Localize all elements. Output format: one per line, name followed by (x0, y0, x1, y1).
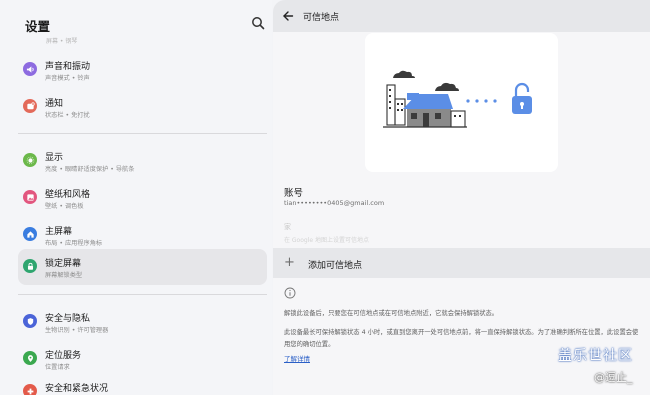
add-trusted-place-button[interactable]: + 添加可信地点 (273, 248, 650, 278)
sidebar-item-sub: 状态栏 • 免打扰 (45, 112, 90, 119)
sidebar-item-display[interactable]: 显示 亮度 • 眼睛舒适度保护 • 导航条 (18, 143, 267, 179)
emergency-icon (23, 384, 37, 395)
scrolled-item-sub: 屏幕 • 钢琴 (46, 38, 78, 45)
sidebar-item-wallpaper[interactable]: 壁纸和风格 壁纸 • 调色板 (18, 180, 267, 216)
sidebar-item-location[interactable]: 定位服务 位置请求 (18, 341, 267, 377)
search-icon[interactable] (251, 16, 265, 30)
sidebar-item-sub: 壁纸 • 调色板 (45, 203, 84, 210)
sidebar-item-label: 通知 (45, 99, 64, 109)
sidebar-item-notifications[interactable]: 通知 状态栏 • 免打扰 (18, 89, 267, 125)
wallpaper-icon (23, 190, 37, 204)
sidebar-item-label: 锁定屏幕 (45, 259, 82, 269)
plus-icon: + (284, 255, 295, 270)
account-email: tian••••••••0405@gmail.com (284, 199, 385, 207)
trusted-place-illustration (365, 33, 558, 172)
divider (18, 133, 267, 134)
back-arrow-icon[interactable] (282, 10, 294, 22)
page-title: 可信地点 (303, 13, 340, 23)
add-trusted-place-label: 添加可信地点 (308, 261, 363, 271)
sidebar-item-label: 安全和紧急状况 (45, 384, 109, 394)
divider (18, 294, 267, 295)
sidebar-item-sub: 位置请求 (45, 364, 70, 371)
sidebar-item-security-privacy[interactable]: 安全与隐私 生物识别 • 许可管理器 (18, 304, 267, 340)
sidebar-item-label: 壁纸和风格 (45, 190, 91, 200)
trusted-places-panel: 可信地点 账号 tian••••••••0405@gmail.com 家 在 G… (273, 0, 650, 395)
watermark-title: 盖乐世社区 (558, 348, 633, 364)
sidebar-item-lock-screen[interactable]: 锁定屏幕 屏幕解锁类型 (18, 249, 267, 285)
house-lock-illustration (383, 70, 532, 128)
home-icon (23, 227, 37, 241)
settings-title: 设置 (25, 19, 51, 34)
sidebar-item-sub: 声音模式 • 铃声 (45, 75, 90, 82)
location-pin-icon (23, 351, 37, 365)
volume-icon (23, 62, 37, 76)
watermark-user: @逗止_ (594, 371, 633, 384)
sidebar-item-sub: 布局 • 应用程序角标 (45, 240, 103, 247)
account-section-title: 账号 (284, 188, 304, 199)
home-place-label[interactable]: 家 (284, 222, 291, 232)
learn-more-link[interactable]: 了解详情 (284, 353, 310, 363)
lock-icon (23, 259, 37, 273)
sidebar-item-label: 显示 (45, 153, 64, 163)
home-place-sub: 在 Google 地图上设置可信地点 (284, 237, 369, 244)
sidebar-item-label: 安全与隐私 (45, 314, 91, 324)
sidebar-item-sub: 亮度 • 眼睛舒适度保护 • 导航条 (45, 166, 135, 173)
sidebar-item-sound[interactable]: 声音和振动 声音模式 • 铃声 (18, 52, 267, 88)
info-icon (284, 287, 296, 299)
sidebar-item-emergency[interactable]: 安全和紧急状况 (18, 374, 267, 395)
brightness-icon (23, 153, 37, 167)
header: 可信地点 (273, 0, 650, 32)
sidebar-item-sub: 屏幕解锁类型 (45, 272, 83, 279)
shield-icon (23, 314, 37, 328)
sidebar-item-label: 声音和振动 (45, 62, 91, 72)
sidebar-item-label: 定位服务 (45, 351, 82, 361)
sidebar-item-label: 主屏幕 (45, 227, 73, 237)
notification-icon (23, 99, 37, 113)
settings-sidebar: 设置 屏幕 • 钢琴 声音和振动 声音模式 • 铃声 通知 状态栏 • 免打扰 … (0, 0, 272, 395)
sidebar-item-sub: 生物识别 • 许可管理器 (45, 327, 109, 334)
sidebar-item-home-screen[interactable]: 主屏幕 布局 • 应用程序角标 (18, 217, 267, 253)
info-paragraph-1: 解锁此设备后，只要您在可信地点或在可信地点附近，它就会保持解锁状态。 (284, 310, 499, 317)
